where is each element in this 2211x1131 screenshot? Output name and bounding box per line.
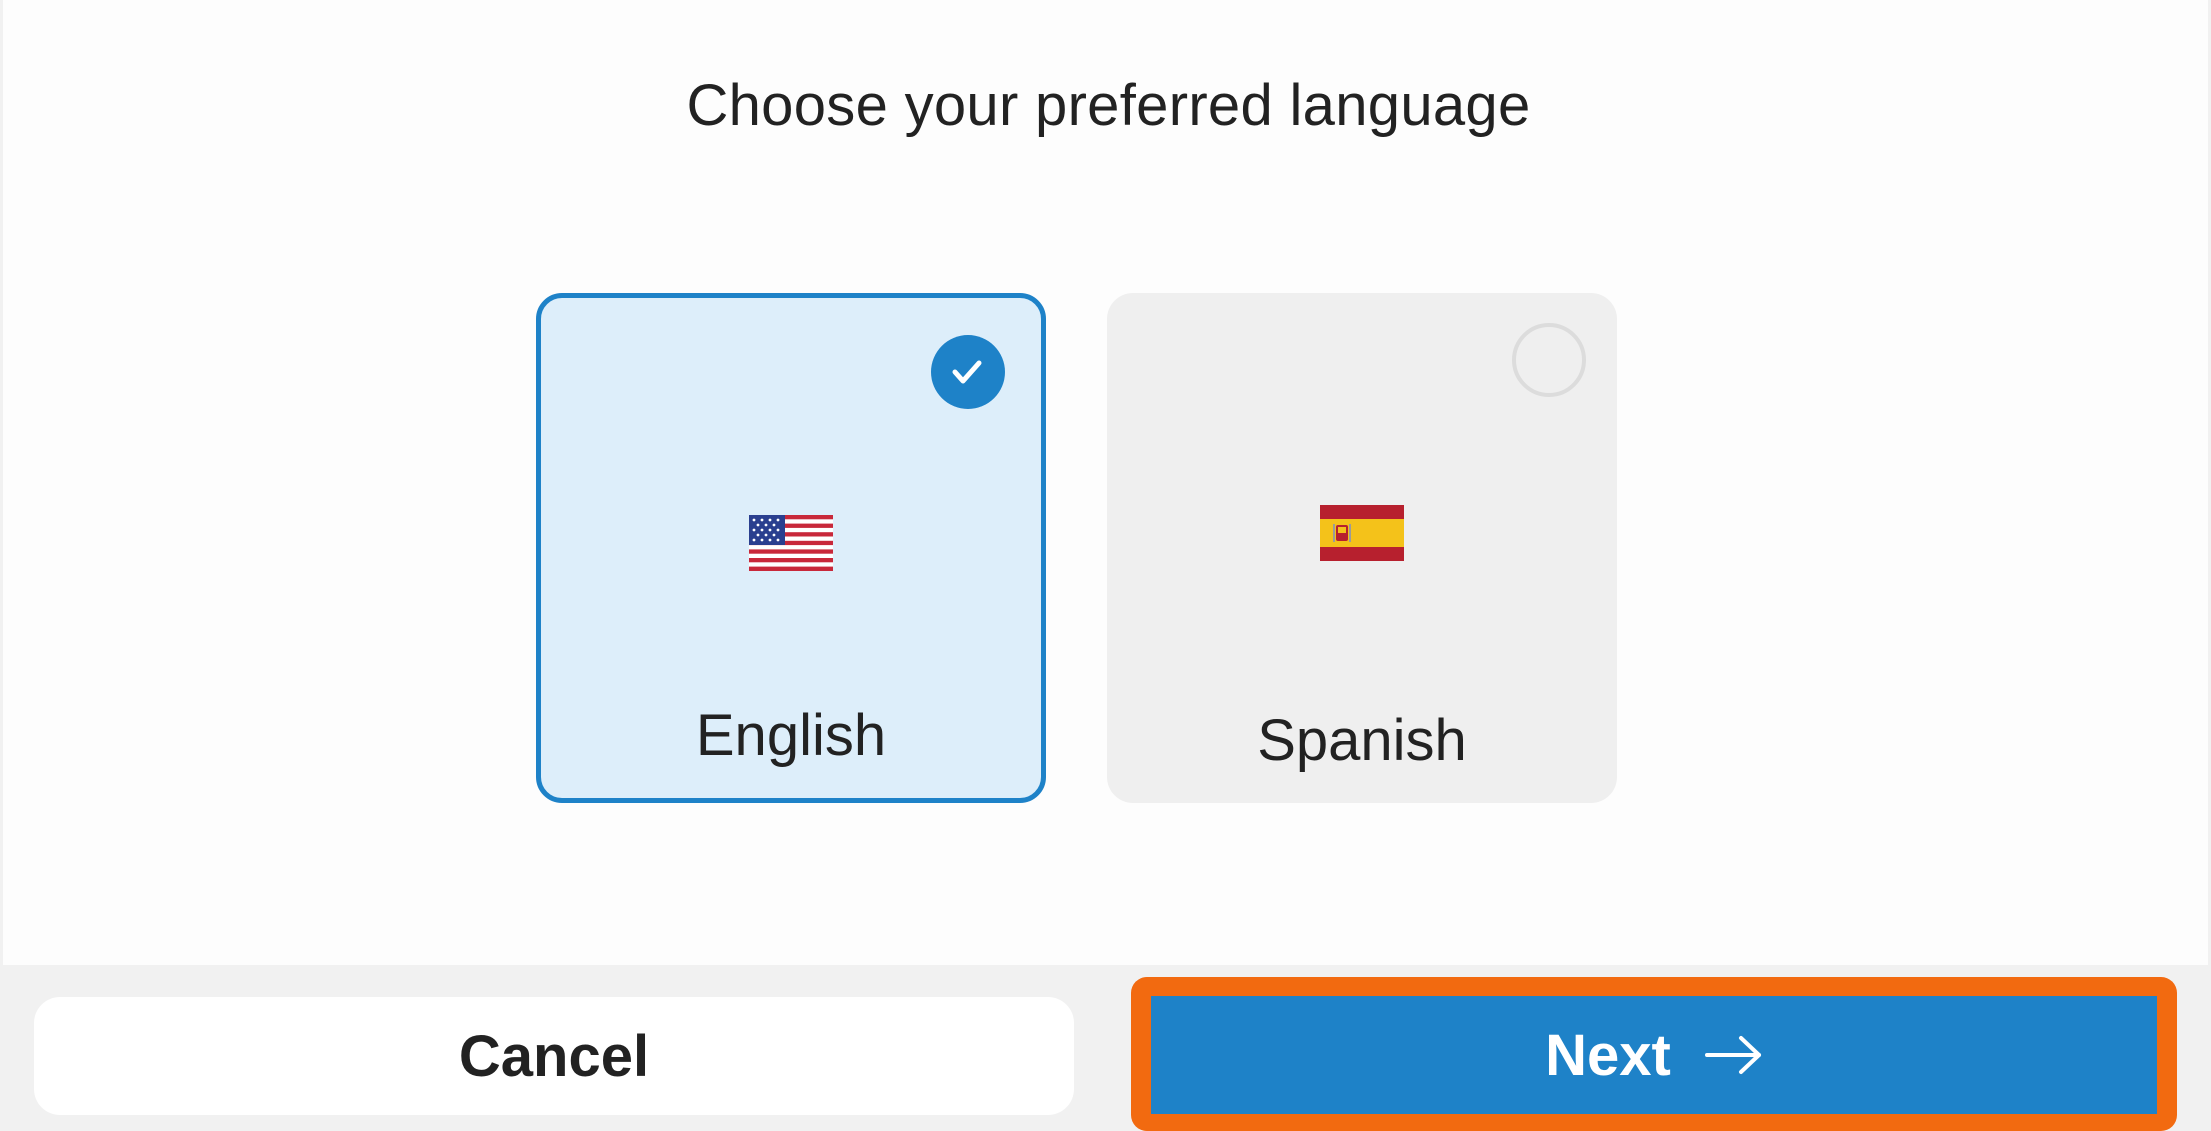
- language-option-english[interactable]: English: [536, 293, 1046, 803]
- arrow-right-icon: [1704, 1035, 1763, 1075]
- us-flag-icon: [749, 515, 833, 571]
- next-button-label: Next: [1545, 1022, 1671, 1088]
- page-title: Choose your preferred language: [686, 73, 1531, 138]
- cancel-button[interactable]: Cancel: [34, 997, 1074, 1115]
- language-label-english: English: [695, 703, 887, 768]
- next-button[interactable]: Next: [1151, 996, 2157, 1114]
- spain-flag-icon: [1320, 505, 1404, 561]
- language-option-spanish[interactable]: Spanish: [1107, 293, 1617, 803]
- content-panel: Choose your preferred language English S…: [3, 0, 2208, 965]
- language-label-spanish: Spanish: [1257, 708, 1467, 773]
- checkmark-icon: [931, 335, 1005, 409]
- language-selection-screen: Choose your preferred language English S…: [0, 0, 2211, 1131]
- radio-unchecked-icon: [1512, 323, 1586, 397]
- cancel-button-label: Cancel: [458, 1023, 650, 1089]
